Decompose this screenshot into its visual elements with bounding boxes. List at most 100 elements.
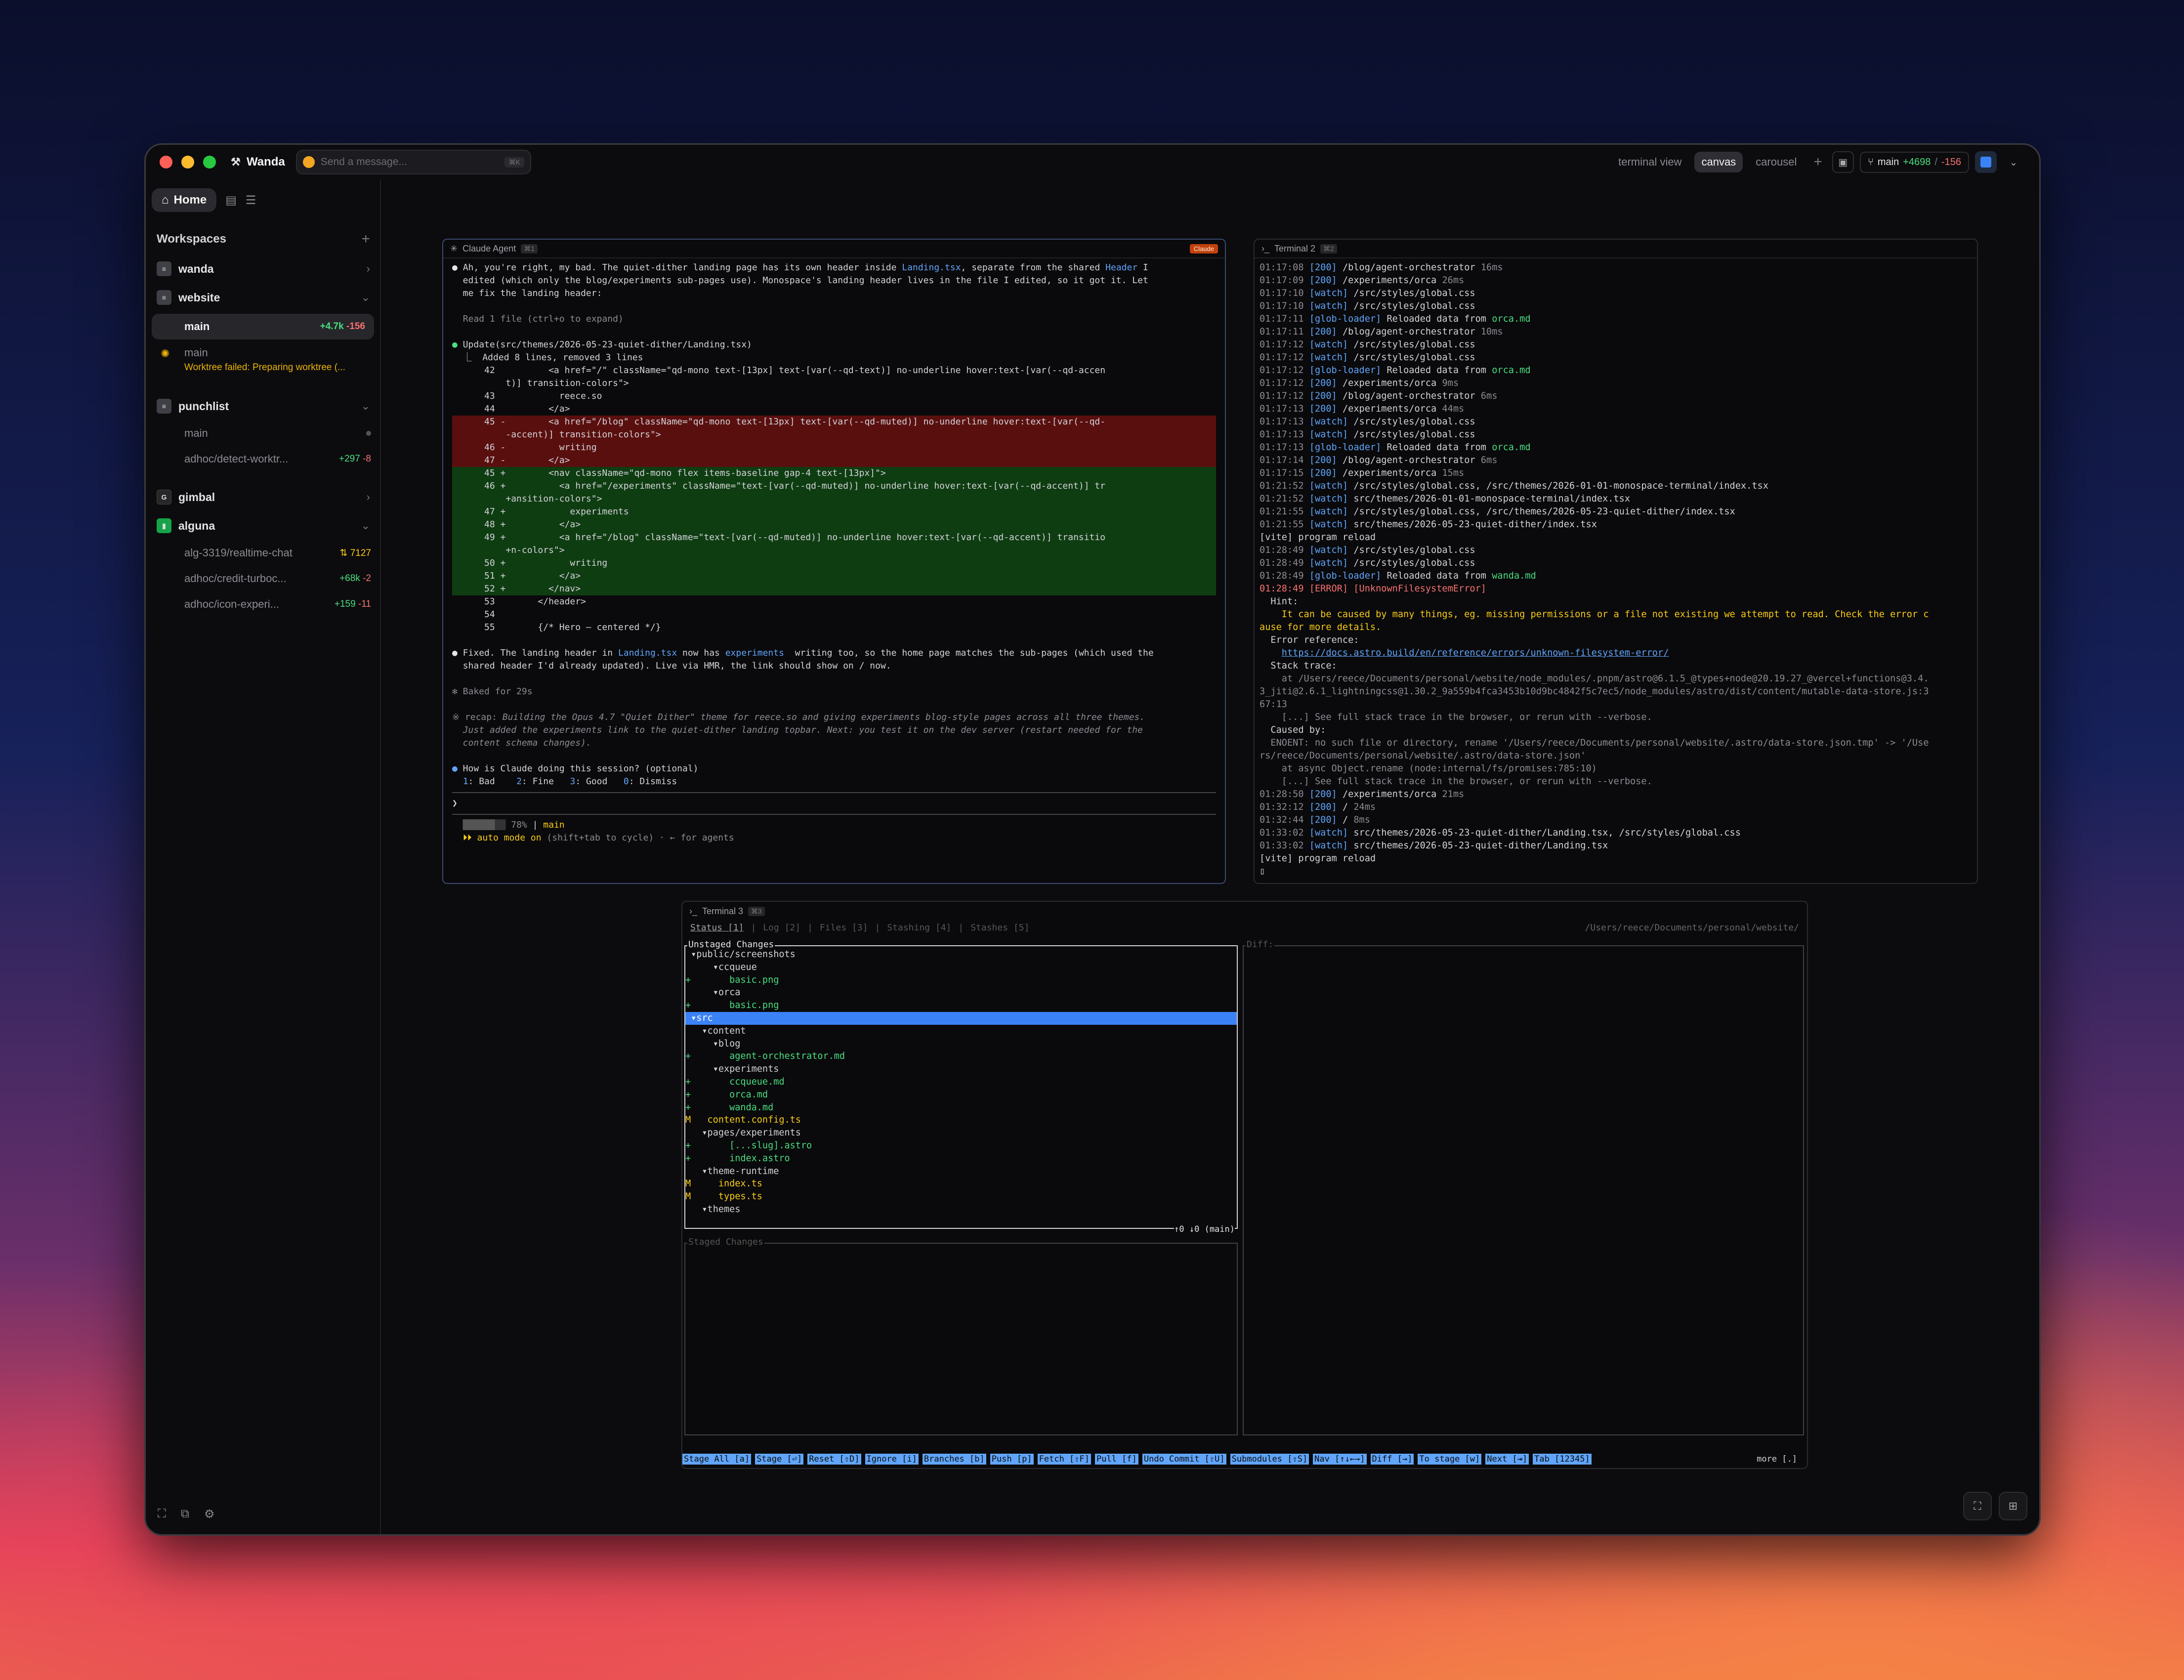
grid-layout-icon[interactable]: ⊞	[1999, 1492, 2027, 1520]
key-push[interactable]: Push [p]	[990, 1454, 1034, 1465]
claude-agent-panel[interactable]: ✳ Claude Agent ⌘1 Claude ● Ah, you're ri…	[442, 239, 1226, 884]
staged-title: Staged Changes	[687, 1237, 764, 1247]
key-stage-all[interactable]: Stage All [a]	[682, 1454, 752, 1465]
settings-gear-icon[interactable]: ⚙	[204, 1507, 215, 1521]
panel-title: Claude Agent	[462, 243, 516, 253]
panel-title: Terminal 2	[1274, 243, 1316, 253]
key-nav[interactable]: Nav [↑↓←→]	[1313, 1454, 1367, 1465]
home-icon: ⌂	[162, 193, 169, 207]
message-input[interactable]: Send a message... ⌘K	[295, 150, 531, 174]
view-carousel-button[interactable]: carousel	[1749, 152, 1804, 172]
zoom-window-button[interactable]	[203, 156, 216, 168]
title-bar: ⚒ Wanda Send a message... ⌘K terminal vi…	[146, 145, 2039, 179]
worktree-punchlist-detect[interactable]: adhoc/detect-worktr... +297 -8	[146, 446, 380, 472]
worktree-removed: -156	[346, 321, 365, 332]
key-next[interactable]: Next [⇥]	[1485, 1454, 1529, 1465]
unstaged-title: Unstaged Changes	[687, 939, 775, 950]
branch-sync-status: ↑0 ↓0 (main)	[1174, 1224, 1235, 1234]
agent-badge: Claude	[1189, 244, 1218, 253]
editor-button[interactable]	[1975, 151, 1997, 173]
worktree-alguna-realtime[interactable]: alg-3319/realtime-chat ⇅ 7127	[146, 540, 380, 566]
window-controls	[160, 156, 216, 168]
minimize-window-button[interactable]	[181, 156, 194, 168]
key-diff[interactable]: Diff [→]	[1370, 1454, 1414, 1465]
worktree-name: adhoc/detect-worktr...	[184, 453, 289, 465]
worktree-name: main	[184, 427, 208, 439]
server-icon: ≡	[157, 261, 171, 276]
panel-toggle-icon[interactable]: ▣	[1832, 151, 1854, 173]
worktree-website-failed[interactable]: ✺ main Worktree failed: Preparing worktr…	[146, 341, 380, 381]
clipboard-icon[interactable]: ▤	[225, 193, 237, 208]
key-ignore[interactable]: Ignore [i]	[865, 1454, 919, 1465]
branch-status[interactable]: ⑂ main +4698 / -156	[1859, 151, 1969, 173]
wanda-logo-icon: ⚒	[231, 156, 241, 168]
branch-removed: -156	[1941, 156, 1961, 168]
chevron-right-icon: ›	[366, 491, 370, 503]
shortcut-hint: ⌘K	[504, 157, 524, 168]
terminal-3-panel[interactable]: ›_ Terminal 3 ⌘3 Status [1] | Log [2] | Fi…	[681, 901, 1808, 1469]
tab-log[interactable]: Log [2]	[763, 923, 800, 933]
key-undo-commit[interactable]: Undo Commit [⇧U]	[1142, 1454, 1226, 1465]
tab-stashes[interactable]: Stashes [5]	[970, 923, 1029, 933]
pr-number: 7127	[350, 547, 371, 558]
workspace-name: punchlist	[178, 399, 229, 413]
view-canvas-button[interactable]: canvas	[1694, 152, 1743, 172]
key-stage[interactable]: Stage [⏎]	[755, 1454, 804, 1465]
chevron-down-icon: ⌄	[361, 291, 370, 303]
add-workspace-button[interactable]: +	[361, 231, 370, 248]
workspace-alguna[interactable]: ▮ alguna ⌄	[146, 511, 380, 540]
home-button[interactable]: ⌂ Home	[152, 188, 217, 212]
tab-status[interactable]: Status [1]	[690, 923, 744, 933]
worktree-punchlist-main[interactable]: main	[146, 420, 380, 446]
worktree-name: main	[184, 320, 210, 333]
terminal-prompt-icon: ›_	[689, 906, 698, 916]
git-branch-icon: ⑂	[1867, 156, 1874, 168]
unstaged-changes-box[interactable]: Unstaged Changes ▾public/screenshots ▾cc…	[684, 939, 1238, 1234]
key-more[interactable]: more [.]	[1757, 1454, 1797, 1464]
key-to-stage[interactable]: To stage [w]	[1418, 1454, 1482, 1465]
screenshot-icon[interactable]: ⛶	[158, 1507, 166, 1521]
workspace-name: gimbal	[178, 490, 215, 504]
key-reset[interactable]: Reset [⇧D]	[807, 1454, 861, 1465]
editor-icon	[1980, 157, 1991, 168]
workspace-punchlist[interactable]: ≡ punchlist ⌄	[146, 392, 380, 420]
diff-box[interactable]: Diff:	[1243, 939, 1804, 1435]
sidebar: ⌂ Home ▤ ☰ Workspaces + ≡ wanda › ≡ webs…	[146, 179, 381, 1534]
tab-files[interactable]: Files [3]	[820, 923, 868, 933]
worktree-removed: -8	[363, 454, 371, 464]
view-terminal-button[interactable]: terminal view	[1611, 152, 1688, 172]
worktree-error: Worktree failed: Preparing worktree (...	[184, 362, 345, 373]
add-view-button[interactable]: +	[1809, 154, 1826, 170]
key-branches[interactable]: Branches [b]	[922, 1454, 986, 1465]
checklist-icon[interactable]: ☰	[246, 193, 256, 208]
workspace-website[interactable]: ≡ website ⌄	[146, 283, 380, 312]
unstaged-file-list[interactable]: ▾public/screenshots ▾ccqueue + basic.png…	[685, 946, 1237, 1216]
pull-request-icon: ⇅	[339, 547, 348, 558]
app-window: ⚒ Wanda Send a message... ⌘K terminal vi…	[144, 143, 2041, 1536]
app-title: ⚒ Wanda	[231, 155, 285, 169]
server-icon: ≡	[157, 290, 171, 305]
worktree-alguna-credit[interactable]: adhoc/credit-turboc... +68k -2	[146, 566, 380, 591]
worktree-removed: -2	[363, 573, 371, 584]
new-window-icon[interactable]: ⧉	[181, 1507, 189, 1521]
worktree-website-main[interactable]: main +4.7k -156	[152, 314, 374, 339]
terminal-prompt-icon: ›_	[1261, 243, 1270, 253]
tab-stashing[interactable]: Stashing [4]	[887, 923, 951, 933]
key-submodules[interactable]: Submodules [⇧S]	[1230, 1454, 1309, 1465]
worktree-added: +68k	[339, 573, 360, 584]
chevron-down-icon: ⌄	[361, 519, 370, 532]
panel-shortcut: ⌘2	[1320, 244, 1337, 253]
gimbal-icon: G	[157, 490, 171, 504]
worktree-alguna-icon[interactable]: adhoc/icon-experi... +159 -11	[146, 591, 380, 617]
terminal-2-panel[interactable]: ›_ Terminal 2 ⌘2 01:17:08 [200] /blog/ag…	[1254, 239, 1978, 884]
staged-changes-box[interactable]: Staged Changes	[684, 1237, 1238, 1435]
workspace-wanda[interactable]: ≡ wanda ›	[146, 254, 380, 283]
close-window-button[interactable]	[160, 156, 172, 168]
canvas-controls: ⛶ ⊞	[1963, 1492, 2027, 1520]
fit-view-icon[interactable]: ⛶	[1963, 1492, 1992, 1520]
key-tab[interactable]: Tab [12345]	[1533, 1454, 1592, 1465]
key-pull[interactable]: Pull [f]	[1094, 1454, 1138, 1465]
chevron-down-icon[interactable]: ⌄	[2003, 151, 2024, 173]
key-fetch[interactable]: Fetch [⇧F]	[1037, 1454, 1091, 1465]
workspace-gimbal[interactable]: G gimbal ›	[146, 483, 380, 511]
